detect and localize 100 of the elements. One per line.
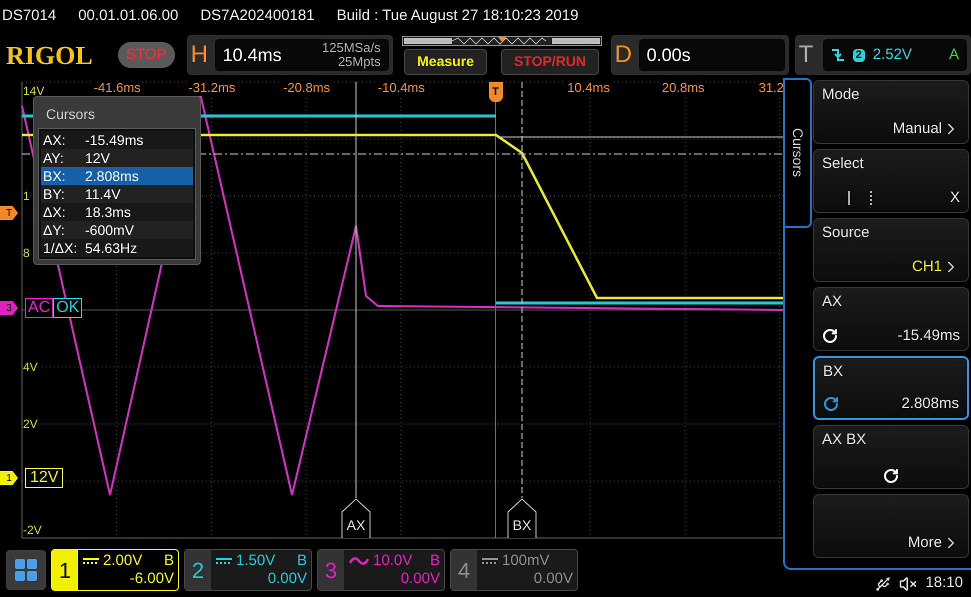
sample-rate: 125MSa/s [322, 41, 381, 55]
channel-scale: 10.0V [373, 552, 412, 570]
panel-letter: D [614, 40, 633, 70]
trigger-mode: A [948, 44, 959, 65]
row-name: BX: [43, 167, 67, 185]
toolbar-button[interactable]: Measure [404, 48, 487, 74]
cursor-handle[interactable]: AX [341, 498, 371, 538]
scale-tag: 12V [25, 468, 64, 488]
menu-item-label: BX [823, 362, 844, 382]
logo: RIGOL [6, 40, 94, 72]
status-tag: AC [25, 298, 54, 318]
row-name: AY: [43, 149, 65, 167]
dc-coupling-icon [82, 557, 100, 565]
channel-card[interactable]: 2 1.50V B 0.00V [184, 549, 312, 591]
menu-item[interactable]: AX -15.49ms [813, 287, 969, 351]
memory-depth: 25Mpts [338, 55, 381, 69]
channel-marker[interactable]: 3 [0, 301, 18, 315]
timebase-value: 10.4ms [222, 44, 282, 66]
voltage-label: -2V [23, 522, 42, 538]
menu-item-value: X [950, 188, 960, 208]
firmware-version: 00.01.01.06.00 [78, 6, 178, 26]
voltage-label: 4V [23, 359, 38, 375]
voltage-label: 8 [23, 245, 30, 261]
panel-letter: T [798, 40, 814, 70]
panel-title: Cursors [45, 105, 96, 124]
row-value: -600mV [85, 221, 134, 239]
row-name: AX: [43, 131, 67, 149]
delay-value: 0.00s [646, 44, 691, 66]
channel-offset: -6.00V [130, 570, 174, 588]
menu-item-value: Manual [892, 119, 942, 139]
menu-item-label: Mode [822, 85, 861, 105]
bandwidth-limit: B [164, 552, 174, 570]
channel-card[interactable]: 3 10.0V B 0.00V [317, 549, 445, 591]
row-value: 18.3ms [85, 203, 131, 221]
panel-letter: H [190, 40, 209, 70]
trigger-source: 2 [852, 48, 865, 62]
row-value: 54.63Hz [85, 239, 138, 257]
measurement-row[interactable]: ΔX: 18.3ms [41, 203, 193, 221]
channel-number: 3 [318, 550, 344, 590]
channel-marker[interactable]: 1 [0, 471, 18, 485]
channel-number: 2 [185, 550, 211, 590]
trigger-field[interactable]: 2 2.52V A [822, 39, 967, 71]
model-name: DS7014 [2, 6, 56, 26]
measurement-row[interactable]: AX: -15.49ms [41, 131, 193, 149]
knob-icon [883, 468, 899, 484]
menu-item[interactable]: Select X [813, 149, 969, 213]
apps-icon [14, 558, 38, 582]
bandwidth-limit: B [296, 552, 307, 570]
voltage-label: 1 [23, 188, 30, 204]
ac-coupling-icon [348, 555, 370, 567]
menu-item[interactable]: Source CH1 [813, 218, 969, 282]
menu-item[interactable]: Mode Manual [813, 80, 969, 144]
status-tag: OK [53, 298, 82, 318]
menu-tab[interactable]: Cursors [785, 78, 812, 228]
menu-item-label: AX BX [822, 430, 868, 450]
row-value: 11.4V [85, 185, 121, 203]
time-label: 20.8ms [660, 80, 706, 96]
menu-item-value: -15.49ms [897, 326, 960, 346]
measurement-row[interactable]: 1/ΔX: 54.63Hz [41, 239, 193, 257]
menu-item-value: CH1 [912, 257, 942, 277]
measurement-row[interactable]: AY: 12V [41, 149, 193, 167]
channel-scale: 1.50V [236, 552, 276, 570]
measurement-row[interactable]: BX: 2.808ms [41, 167, 193, 185]
measurement-row[interactable]: ΔY: -600mV [41, 221, 193, 239]
channel-offset: 0.00V [268, 570, 307, 588]
channel-scale: 100mV [502, 552, 550, 570]
dc-coupling-icon [481, 557, 499, 565]
knob-icon [823, 396, 839, 412]
row-value: -15.49ms [85, 131, 144, 149]
usb-icon [875, 576, 892, 592]
trigger-position-marker[interactable]: T [488, 82, 502, 102]
delay-field[interactable]: 0.00s [638, 39, 785, 71]
run-state-badge: STOP [118, 42, 175, 68]
voltage-label: 2V [23, 416, 38, 432]
menu-item[interactable]: AX BX [813, 425, 969, 489]
row-name: BY: [43, 185, 66, 203]
trigger-level: 2.52V [872, 44, 912, 65]
row-name: 1/ΔX: [43, 239, 78, 257]
menu-item-value: More [908, 533, 942, 553]
menu-item[interactable]: More [813, 494, 969, 558]
time-label: 31.2 [758, 80, 783, 96]
menu-item[interactable]: BX 2.808ms [813, 356, 969, 420]
channel-card[interactable]: 1 2.00V B -6.00V [51, 549, 179, 591]
dc-coupling-icon [215, 557, 233, 565]
clock: 18:10 [925, 573, 963, 594]
timebase-field[interactable]: 10.4ms 125MSa/s 25Mpts [214, 39, 389, 71]
build-info: Build : Tue August 27 18:10:23 2019 [336, 6, 578, 26]
serial-number: DS7A202400181 [200, 6, 315, 26]
channel-number: 1 [52, 550, 78, 590]
falling-edge-icon [830, 47, 845, 63]
time-label: 10.4ms [566, 80, 611, 96]
time-label: -31.2ms [187, 80, 236, 96]
apps-button[interactable] [6, 550, 46, 590]
trigger-level-marker[interactable]: T [0, 206, 18, 220]
bandwidth-limit: B [430, 552, 440, 570]
measurement-row[interactable]: BY: 11.4V [41, 185, 193, 203]
cursor-handle[interactable]: BX [507, 498, 537, 538]
channel-card[interactable]: 4 100mV 0.00V [450, 549, 578, 591]
knob-icon [822, 328, 838, 344]
row-value: 12V [85, 149, 110, 167]
